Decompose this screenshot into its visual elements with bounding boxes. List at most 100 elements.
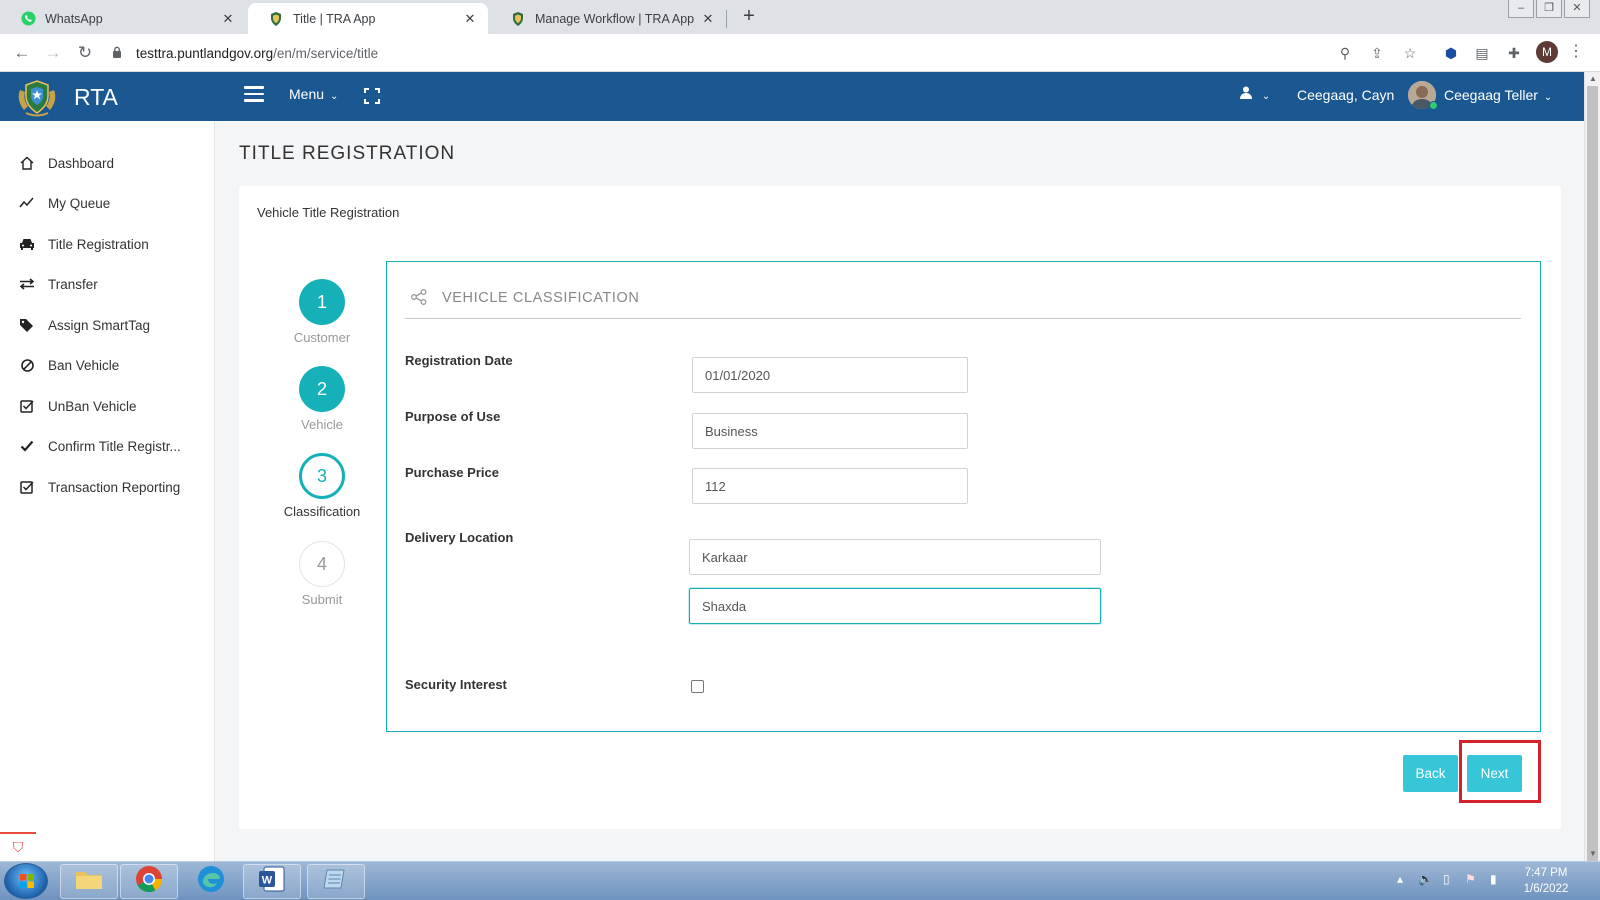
tab-whatsapp[interactable]: WhatsApp ✕ (0, 3, 246, 34)
sidebar-item-transfer[interactable]: Transfer (18, 273, 98, 295)
rta-logo[interactable] (14, 76, 60, 118)
taskbar-word[interactable]: W (243, 864, 301, 899)
hamburger-menu-icon[interactable] (244, 86, 264, 104)
taskbar-edge[interactable] (182, 864, 240, 899)
volume-icon[interactable]: 🔈 (1418, 872, 1433, 886)
sidebar-item-label: UnBan Vehicle (48, 398, 137, 414)
forward-arrow-icon[interactable]: → (42, 42, 64, 64)
reload-icon[interactable]: ↻ (74, 42, 96, 64)
close-icon[interactable]: ✕ (462, 11, 478, 27)
signal-icon[interactable]: ▮ (1490, 872, 1497, 886)
taskbar-clock[interactable]: 7:47 PM 1/6/2022 (1512, 865, 1580, 897)
app-header: RTA Menu ⌄ ⌄ Ceegaag, Cayn Ceegaag Teller… (0, 72, 1584, 121)
check-icon (18, 437, 36, 455)
zoom-icon[interactable]: ⚲ (1335, 43, 1355, 63)
share-icon[interactable]: ⇪ (1367, 43, 1387, 63)
sidebar-item-label: Assign SmartTag (48, 317, 151, 333)
user-short-name[interactable]: Ceegaag, Cayn (1297, 87, 1394, 103)
profile-avatar[interactable]: M (1536, 41, 1558, 63)
extensions-puzzle-icon[interactable]: ✚ (1504, 43, 1524, 63)
online-status-dot (1429, 101, 1438, 110)
chevron-down-icon: ⌄ (330, 91, 339, 102)
car-icon (18, 235, 36, 253)
network-warning-icon[interactable]: ⚑ (1465, 872, 1476, 886)
taskbar-chrome[interactable] (120, 864, 178, 899)
user-full-name-dropdown[interactable]: Ceegaag Teller ⌄ (1444, 87, 1552, 103)
browser-toolbar: ← → ↻ testtra.puntlandgov.org/en/m/servi… (0, 34, 1600, 72)
sidebar-item-transaction-reporting[interactable]: Transaction Reporting (18, 476, 180, 498)
delivery-location-district-input[interactable] (689, 588, 1101, 624)
sidebar-item-assign-smarttag[interactable]: Assign SmartTag (18, 314, 150, 336)
section-title: VEHICLE CLASSIFICATION (442, 290, 640, 306)
extension-shield-icon[interactable]: ⬢ (1441, 43, 1461, 63)
close-icon[interactable]: ✕ (220, 11, 236, 27)
windows-taskbar: W ▴ 🔈 ▯ ⚑ ▮ 7:47 PM 1/6/2022 (0, 861, 1600, 900)
show-hidden-icons-icon[interactable]: ▴ (1397, 872, 1403, 886)
security-interest-checkbox[interactable] (691, 680, 704, 693)
scroll-thumb[interactable] (1587, 86, 1598, 876)
tab-title: Manage Workflow | TRA App (535, 11, 695, 26)
notepad-icon (322, 866, 350, 897)
sidebar-item-confirm-title-registration[interactable]: Confirm Title Registr... (18, 435, 181, 457)
battery-icon[interactable]: ▯ (1443, 872, 1450, 886)
user-full-name: Ceegaag Teller (1444, 87, 1538, 103)
taskbar-app[interactable] (307, 864, 365, 899)
menu-dropdown[interactable]: Menu ⌄ (289, 86, 338, 102)
section-divider (405, 318, 1521, 319)
check-square-icon (18, 397, 36, 415)
window-controls: – ❐ ✕ (1508, 0, 1590, 18)
laravel-debug-icon[interactable]: ⛉ (0, 832, 36, 860)
registration-date-input[interactable] (692, 357, 968, 393)
lock-icon (112, 46, 126, 61)
sidebar-item-ban-vehicle[interactable]: Ban Vehicle (18, 354, 119, 376)
minimize-button[interactable]: – (1508, 0, 1534, 18)
sidebar-item-label: Confirm Title Registr... (48, 438, 181, 454)
user-icon (1240, 86, 1256, 102)
sidebar-item-my-queue[interactable]: My Queue (18, 192, 110, 214)
sidebar-item-label: Title Registration (48, 236, 149, 252)
sidebar-item-dashboard[interactable]: Dashboard (18, 152, 114, 174)
step-2-label: Vehicle (301, 417, 343, 432)
address-bar[interactable]: testtra.puntlandgov.org/en/m/service/tit… (112, 38, 1362, 68)
sidebar-item-title-registration[interactable]: Title Registration (18, 233, 149, 255)
more-menu-icon[interactable]: ⋮ (1568, 42, 1584, 62)
back-button[interactable]: Back (1403, 755, 1458, 792)
registration-date-label: Registration Date (405, 353, 513, 368)
crest-icon (268, 11, 284, 27)
new-tab-button[interactable]: + (738, 6, 760, 28)
step-4-circle[interactable]: 4 (299, 541, 345, 587)
purpose-of-use-input[interactable] (692, 413, 968, 449)
step-3-circle[interactable]: 3 (299, 453, 345, 499)
sidebar-item-unban-vehicle[interactable]: UnBan Vehicle (18, 395, 137, 417)
purchase-price-label: Purchase Price (405, 465, 499, 480)
delivery-location-region-input[interactable] (689, 539, 1101, 575)
step-1-circle[interactable]: 1 (299, 279, 345, 325)
menu-label: Menu (289, 86, 325, 102)
window-close-button[interactable]: ✕ (1564, 0, 1590, 18)
back-arrow-icon[interactable]: ← (11, 42, 33, 64)
card-title: Vehicle Title Registration (257, 205, 400, 220)
brand-title[interactable]: RTA (74, 84, 118, 111)
url-host: testtra.puntlandgov.org (136, 45, 274, 61)
svg-text:W: W (262, 875, 273, 887)
user-menu[interactable]: ⌄ (1240, 86, 1270, 102)
ban-icon (18, 356, 36, 374)
bookmark-star-icon[interactable]: ☆ (1400, 43, 1420, 63)
step-3-label: Classification (283, 504, 361, 519)
purchase-price-input[interactable] (692, 468, 968, 504)
clipboard-icon[interactable]: ▤ (1472, 43, 1492, 63)
page-scrollbar[interactable]: ▲ ▼ (1584, 72, 1600, 876)
tab-manage-workflow[interactable]: Manage Workflow | TRA App ✕ (490, 3, 726, 34)
tab-title-tra-app[interactable]: Title | TRA App ✕ (248, 3, 488, 34)
next-button-highlight (1459, 740, 1541, 803)
step-2-circle[interactable]: 2 (299, 366, 345, 412)
scroll-up-arrow-icon[interactable]: ▲ (1585, 72, 1600, 86)
taskbar-file-explorer[interactable] (60, 864, 118, 899)
close-icon[interactable]: ✕ (700, 11, 716, 27)
scroll-down-arrow-icon[interactable]: ▼ (1585, 847, 1600, 861)
restore-button[interactable]: ❐ (1536, 0, 1562, 18)
sidebar-item-label: Transfer (48, 276, 98, 292)
start-button[interactable] (4, 863, 48, 899)
fullscreen-icon[interactable] (364, 88, 380, 104)
url-text: testtra.puntlandgov.org/en/m/service/tit… (136, 46, 378, 61)
